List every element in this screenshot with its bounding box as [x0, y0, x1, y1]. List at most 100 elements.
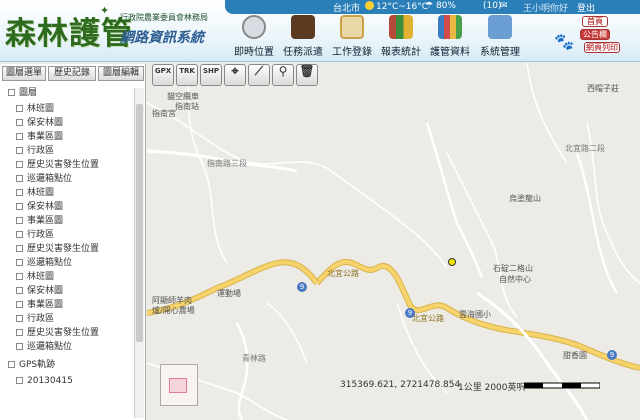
gps-track-item[interactable]: 20130415 [16, 376, 73, 389]
checkbox[interactable] [16, 329, 23, 336]
delete-button[interactable]: 🗑 [296, 64, 318, 86]
layer-item[interactable]: 歷史災害發生位置 [16, 244, 99, 257]
layer-item-label: 保安林圖 [27, 202, 64, 212]
map-base [147, 63, 640, 420]
nav-label: 即時位置 [234, 47, 274, 58]
checkbox[interactable] [16, 203, 23, 210]
checkbox[interactable] [16, 147, 23, 154]
app-header: 森林護管 ✦ 行政院農業委員會林務局 網路資訊系統 台北市 12°C~16°C … [0, 0, 640, 62]
layer-item[interactable]: 事業區圖 [16, 132, 63, 145]
layer-item[interactable]: 保安林圖 [16, 202, 63, 215]
layer-item[interactable]: 林班圖 [16, 272, 54, 285]
nav-realtime-location[interactable]: 即時位置 [230, 15, 278, 60]
layer-item[interactable]: 歷史災害發生位置 [16, 328, 99, 341]
layer-item[interactable]: 行政區 [16, 314, 54, 327]
checkbox[interactable] [16, 301, 23, 308]
umbrella-icon: ☂ [425, 1, 434, 11]
logo[interactable]: 森林護管 ✦ 行政院農業委員會林務局 網路資訊系統 [0, 0, 225, 62]
bird-icon: ✦ [100, 4, 110, 17]
gpx-button[interactable]: GPX [152, 64, 174, 86]
layer-item[interactable]: 林班圖 [16, 188, 54, 201]
checkbox[interactable] [16, 287, 23, 294]
layer-item[interactable]: 保安林圖 [16, 286, 63, 299]
nav-label: 系統管理 [480, 47, 520, 58]
sun-icon [365, 1, 374, 10]
checkbox[interactable] [16, 259, 23, 266]
checkbox[interactable] [8, 89, 15, 96]
nav-work-log[interactable]: 工作登錄 [328, 15, 376, 60]
nav-label: 護管資料 [430, 47, 470, 58]
road-number-badge: 9 [405, 308, 415, 318]
map-label-road-ext: 北宜路二段 [565, 144, 605, 153]
nav-label: 任務派遣 [283, 47, 323, 58]
print-button[interactable]: 網頁列印 [584, 42, 620, 53]
checkbox[interactable] [16, 377, 23, 384]
notice-board-button[interactable]: 公告欄 [580, 29, 610, 40]
checkbox[interactable] [16, 315, 23, 322]
map-label-tianan: 甜香園 [563, 351, 587, 360]
checkbox[interactable] [16, 245, 23, 252]
layer-item[interactable]: 事業區圖 [16, 216, 63, 229]
gpx-icon: GPX [154, 67, 172, 75]
nav-task-dispatch[interactable]: 任務派遣 [279, 15, 327, 60]
layer-item[interactable]: 巡邏箱點位 [16, 342, 72, 355]
gps-track-root[interactable]: GPS軌跡 [8, 360, 55, 373]
checkbox[interactable] [16, 175, 23, 182]
checkbox[interactable] [16, 119, 23, 126]
checkbox[interactable] [16, 133, 23, 140]
map-label-zhinan-palace: 指南宮 [152, 109, 176, 118]
home-button[interactable]: 首頁 [582, 16, 608, 27]
checkbox[interactable] [16, 105, 23, 112]
logout-link[interactable]: 登出 [577, 1, 595, 14]
location-marker[interactable] [448, 258, 456, 266]
layer-item-label: 行政區 [27, 146, 55, 156]
layer-item-label: 保安林圖 [27, 286, 64, 296]
agency-name: 行政院農業委員會林務局 [120, 13, 208, 22]
message-count[interactable]: (10) [483, 1, 501, 11]
checkbox[interactable] [16, 161, 23, 168]
nav-reports[interactable]: 報表統計 [377, 15, 425, 60]
layer-root[interactable]: 圖層 [8, 88, 37, 101]
locate-button[interactable]: ⌖ [224, 64, 246, 86]
mail-icon[interactable]: ✉ [500, 1, 508, 11]
layer-item[interactable]: 巡邏箱點位 [16, 174, 72, 187]
layer-item[interactable]: 行政區 [16, 146, 54, 159]
layer-item[interactable]: 行政區 [16, 230, 54, 243]
layer-item[interactable]: 林班圖 [16, 104, 54, 117]
layer-item-label: 林班圖 [27, 104, 55, 114]
map-label-sports: 運動場 [217, 289, 241, 298]
layer-item-label: 行政區 [27, 230, 55, 240]
map-label-yuchi: 烏塗龍山 [509, 194, 541, 203]
trk-icon: TRK [179, 67, 195, 75]
tab-layer-edit[interactable]: 圖層編輯 [98, 66, 144, 81]
layer-item[interactable]: 事業區圖 [16, 300, 63, 313]
tab-layer-menu[interactable]: 圖層選單 [2, 66, 46, 81]
clipboard-icon [340, 15, 364, 39]
panel-tabs: 圖層選單 歷史記錄 圖層編輯 [2, 66, 146, 81]
shp-button[interactable]: SHP [200, 64, 222, 86]
checkbox[interactable] [16, 273, 23, 280]
checkbox[interactable] [8, 361, 15, 368]
measure-button[interactable]: ⟋ [248, 64, 270, 86]
system-name: 網路資訊系統 [120, 30, 204, 46]
checkbox[interactable] [16, 231, 23, 238]
layer-item[interactable]: 巡邏箱點位 [16, 258, 72, 271]
checkbox[interactable] [16, 189, 23, 196]
layer-item[interactable]: 歷史災害發生位置 [16, 160, 99, 173]
overview-viewport[interactable] [169, 378, 187, 393]
search-button[interactable]: ⚲ [272, 64, 294, 86]
overview-map[interactable] [160, 364, 198, 406]
scroll-thumb[interactable] [136, 104, 143, 342]
map-canvas[interactable]: 貓空纜車 指南站 指南宮 指南路三段 西帽子莊 烏塗龍山 石碇二格山 自然中心 … [147, 63, 640, 420]
map-label-station: 指南站 [175, 102, 199, 111]
checkbox[interactable] [16, 343, 23, 350]
panel-scrollbar[interactable] [134, 88, 144, 418]
trk-button[interactable]: TRK [176, 64, 198, 86]
nav-system-admin[interactable]: 系統管理 [476, 15, 524, 60]
nav-protection-data[interactable]: 護管資料 [426, 15, 474, 60]
user-greeting: 王小明你好 [523, 4, 569, 14]
checkbox[interactable] [16, 217, 23, 224]
report-chart-icon [389, 15, 413, 39]
tab-history[interactable]: 歷史記錄 [48, 66, 96, 81]
layer-item[interactable]: 保安林圖 [16, 118, 63, 131]
